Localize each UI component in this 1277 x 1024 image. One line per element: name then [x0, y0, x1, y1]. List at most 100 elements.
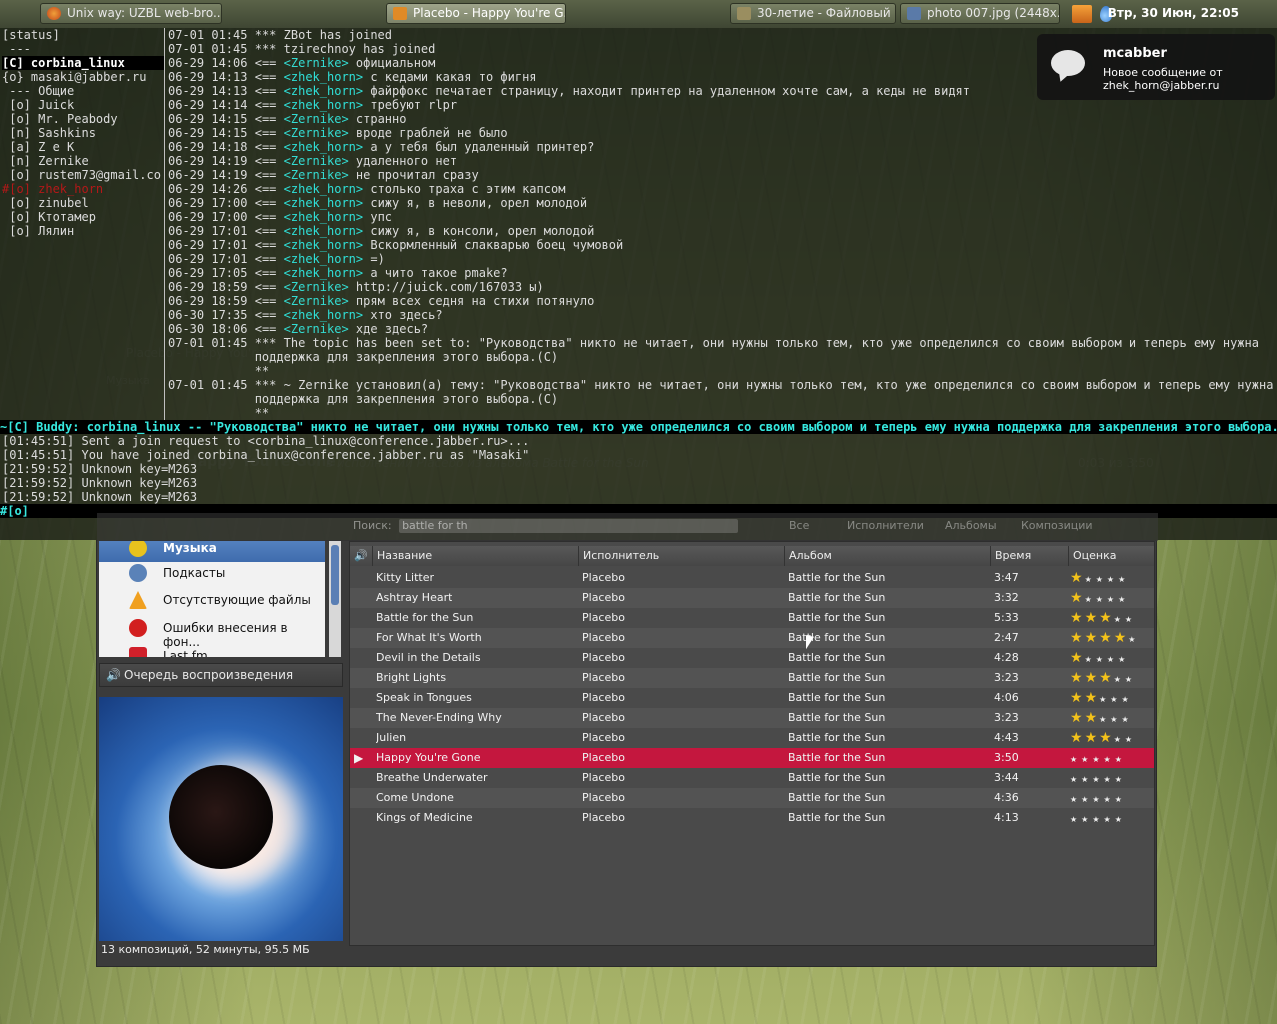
chat-nick[interactable]: <Zernike>	[284, 126, 349, 140]
track-row[interactable]: Kitty Litter Placebo Battle for the Sun 3:4…	[350, 568, 1154, 588]
rating-stars[interactable]: ★★★★★	[1070, 748, 1126, 770]
terminal-window[interactable]: [status] --- [C] corbina_linux {o} masaki@…	[0, 28, 1277, 540]
chat-nick[interactable]: <zhek_horn>	[284, 70, 363, 84]
rating-stars[interactable]: ★★★★★	[1070, 808, 1126, 830]
track-row[interactable]: For What It's Worth Placebo Battle for the…	[350, 628, 1154, 648]
track-row[interactable]: Devil in the Details Placebo Battle for th…	[350, 648, 1154, 668]
star-empty-icon: ★	[1124, 675, 1137, 684]
mouse-pointer	[806, 635, 814, 651]
rating-stars[interactable]: ★★★★★	[1070, 708, 1133, 730]
filter-albums[interactable]: Альбомы	[945, 519, 997, 532]
track-row[interactable]: ▶ Happy You're Gone Placebo Battle for the …	[350, 748, 1154, 768]
chat-nick[interactable]: <zhek_horn>	[284, 308, 363, 322]
roster-item[interactable]: [o] Лялин	[2, 224, 164, 238]
chat-nick[interactable]: <zhek_horn>	[284, 266, 363, 280]
star-filled-icon: ★	[1070, 590, 1085, 606]
roster-item[interactable]: [o] rustem73@gmail.co	[2, 168, 164, 182]
track-row[interactable]: Bright Lights Placebo Battle for the Sun 3:…	[350, 668, 1154, 688]
chat-nick[interactable]: <Zernike>	[284, 322, 349, 336]
roster-item[interactable]: [o] zinubel	[2, 196, 164, 210]
track-album: Battle for the Sun	[788, 771, 886, 784]
chat-nick[interactable]: <Zernike>	[284, 294, 349, 308]
chat-line: 06-29 14:26 <== <zhek_horn> столько трах…	[168, 182, 1274, 196]
track-row[interactable]: Breathe Underwater Placebo Battle for the …	[350, 768, 1154, 788]
star-empty-icon: ★	[1081, 755, 1093, 764]
roster-item[interactable]: --- Общие	[2, 84, 164, 98]
package-icon[interactable]	[1072, 5, 1092, 23]
track-row[interactable]: Come Undone Placebo Battle for the Sun 4:36…	[350, 788, 1154, 808]
chat-nick[interactable]: <zhek_horn>	[284, 140, 363, 154]
play-queue-header[interactable]: 🔊 Очередь воспроизведения	[99, 663, 343, 687]
chat-nick[interactable]: <Zernike>	[284, 112, 349, 126]
chat-nick[interactable]: <Zernike>	[284, 56, 349, 70]
column-title[interactable]: Название	[372, 546, 578, 566]
scrollbar-thumb[interactable]	[331, 545, 339, 605]
chat-nick[interactable]: <zhek_horn>	[284, 98, 363, 112]
roster-item[interactable]: [C] corbina_linux	[2, 56, 164, 70]
playing-column-icon[interactable]: 🔊	[350, 546, 372, 566]
track-row[interactable]: Battle for the Sun Placebo Battle for the …	[350, 608, 1154, 628]
sidebar-item-отсутствующие-файлы[interactable]: Отсутствующие файлы	[99, 587, 325, 614]
clock[interactable]: Втр, 30 Июн, 22:05	[1108, 6, 1239, 20]
roster-item[interactable]: {o} masaki@jabber.ru	[2, 70, 164, 84]
sidebar-item-музыка[interactable]: Музыка	[99, 541, 325, 562]
chat-nick[interactable]: <Zernike>	[284, 154, 349, 168]
roster-item[interactable]: [n] Zernike	[2, 154, 164, 168]
chat-nick[interactable]: <zhek_horn>	[284, 252, 363, 266]
sidebar-item-подкасты[interactable]: Подкасты	[99, 560, 325, 587]
track-title: Breathe Underwater	[376, 771, 488, 784]
filter-artists[interactable]: Исполнители	[847, 519, 924, 532]
search-input[interactable]: battle for th	[399, 519, 739, 533]
chat-nick[interactable]: <zhek_horn>	[284, 196, 363, 210]
roster-item[interactable]: ---	[2, 42, 164, 56]
track-row[interactable]: Speak in Tongues Placebo Battle for the Su…	[350, 688, 1154, 708]
taskbar-button-image-viewer[interactable]: photo 007.jpg (2448x...	[900, 3, 1060, 24]
track-row[interactable]: Ashtray Heart Placebo Battle for the Sun 3:…	[350, 588, 1154, 608]
taskbar-button-rhythmbox[interactable]: Placebo - Happy You're G...	[386, 3, 566, 24]
roster-item[interactable]: #[o] zhek_horn	[2, 182, 164, 196]
rating-stars[interactable]: ★★★★★	[1070, 628, 1139, 650]
chat-text: поддержка для закрепления этого выбора.(…	[254, 350, 559, 364]
column-time[interactable]: Время	[990, 546, 1068, 566]
notification-popup[interactable]: mcabber Новое сообщение от zhek_horn@jab…	[1037, 34, 1275, 100]
roster-item[interactable]: [status]	[2, 28, 164, 42]
roster-item[interactable]: [a] Z e K	[2, 140, 164, 154]
chat-nick[interactable]: <zhek_horn>	[284, 224, 363, 238]
rating-stars[interactable]: ★★★★★	[1070, 588, 1129, 610]
rating-stars[interactable]: ★★★★★	[1070, 768, 1126, 790]
rating-stars[interactable]: ★★★★★	[1070, 788, 1126, 810]
chat-nick[interactable]: <Zernike>	[284, 168, 349, 182]
sidebar-scrollbar[interactable]	[329, 541, 341, 657]
taskbar-button-browser[interactable]: Unix way: UZBL web-bro...	[40, 3, 222, 24]
rating-stars[interactable]: ★★★★★	[1070, 688, 1133, 710]
roster-item[interactable]: [n] Sashkins	[2, 126, 164, 140]
track-album: Battle for the Sun	[788, 811, 886, 824]
chat-nick[interactable]: <zhek_horn>	[284, 84, 363, 98]
rating-stars[interactable]: ★★★★★	[1070, 608, 1136, 630]
track-row[interactable]: The Never-Ending Why Placebo Battle for th…	[350, 708, 1154, 728]
rating-stars[interactable]: ★★★★★	[1070, 568, 1129, 590]
column-album[interactable]: Альбом	[784, 546, 990, 566]
chat-nick[interactable]: <zhek_horn>	[284, 210, 363, 224]
filter-songs[interactable]: Композиции	[1021, 519, 1093, 532]
star-empty-icon: ★	[1095, 655, 1107, 664]
sidebar-item-last-fm[interactable]: Last.fm	[99, 643, 325, 657]
rating-stars[interactable]: ★★★★★	[1070, 668, 1136, 690]
chat-nick[interactable]: <Zernike>	[284, 280, 349, 294]
track-row[interactable]: Kings of Medicine Placebo Battle for the S…	[350, 808, 1154, 828]
taskbar-button-files[interactable]: 30-летие - Файловый ...	[730, 3, 896, 24]
roster-item[interactable]: [o] Juick	[2, 98, 164, 112]
roster-item[interactable]: [o] Ктотамер	[2, 210, 164, 224]
chat-nick[interactable]: <zhek_horn>	[284, 182, 363, 196]
rating-stars[interactable]: ★★★★★	[1070, 648, 1129, 670]
sidebar-item-ошибки-внесения-в-фон-[interactable]: Ошибки внесения в фон...	[99, 615, 325, 649]
chat-timestamp	[276, 28, 283, 42]
column-rating[interactable]: Оценка	[1068, 546, 1154, 566]
rating-stars[interactable]: ★★★★★	[1070, 728, 1136, 750]
track-row[interactable]: Julien Placebo Battle for the Sun 4:43 ★★★★★	[350, 728, 1154, 748]
roster-item[interactable]: [o] Mr. Peabody	[2, 112, 164, 126]
chat-nick[interactable]: <zhek_horn>	[284, 238, 363, 252]
filter-all[interactable]: Все	[789, 519, 809, 532]
column-artist[interactable]: Исполнитель	[578, 546, 784, 566]
chat-time: 06-30 17:35	[168, 308, 248, 322]
